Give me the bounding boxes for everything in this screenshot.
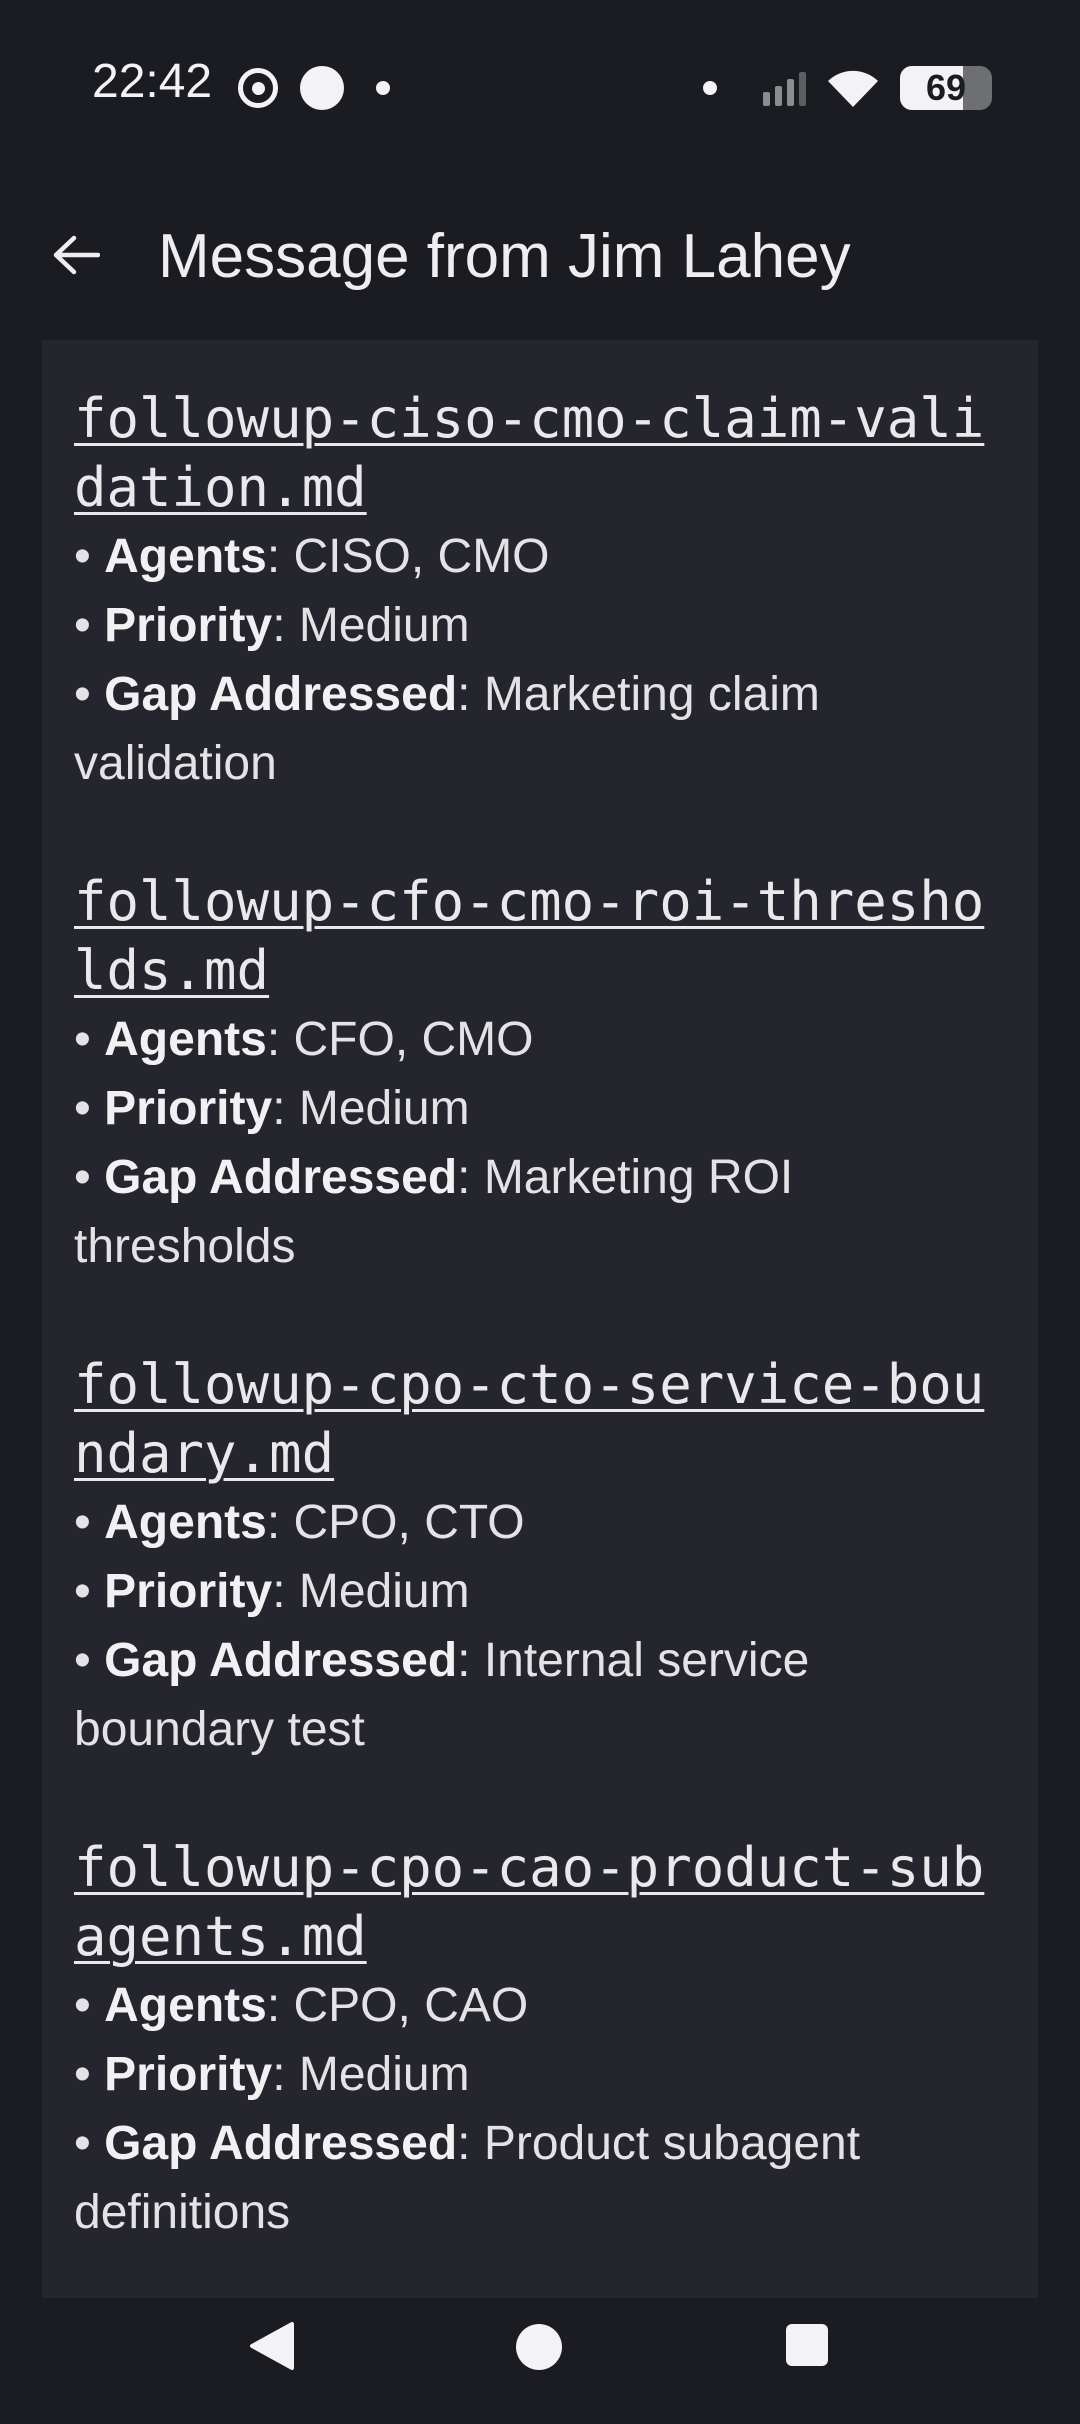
priority-line-label: Priority xyxy=(104,599,273,652)
nav-back-button[interactable] xyxy=(246,2320,298,2372)
file-link[interactable]: followup-cpo-cao-product-subagents.md xyxy=(74,1833,1014,1971)
bullet: • xyxy=(74,2117,105,2170)
arrow-left-icon xyxy=(53,235,100,275)
notification-dot-icon xyxy=(703,81,717,95)
agents-line-label: Agents xyxy=(104,1979,267,2032)
signal-app-icon xyxy=(238,68,278,108)
priority-line: • Priority: Medium xyxy=(74,1074,1014,1143)
agents-line-value: : CPO, CTO xyxy=(266,1496,525,1549)
priority-line-value: : Medium xyxy=(272,1565,470,1618)
priority-line-label: Priority xyxy=(104,2048,273,2101)
bullet: • xyxy=(74,1013,105,1066)
gap-addressed-line: • Gap Addressed: Marketing ROI threshold… xyxy=(74,1143,1014,1281)
page-title: Message from Jim Lahey xyxy=(158,222,851,291)
file-entry: followup-cfo-cmo-roi-thresholds.md • Agen… xyxy=(74,867,1014,1281)
agents-line-value: : CFO, CMO xyxy=(266,1013,534,1066)
bullet: • xyxy=(74,1151,105,1204)
agents-line: • Agents: CISO, CMO xyxy=(74,522,1014,591)
agents-line-label: Agents xyxy=(104,1496,267,1549)
battery-icon: 69 xyxy=(900,66,992,110)
file-link[interactable]: followup-cfo-cmo-roi-thresholds.md xyxy=(74,867,1014,1005)
small-dot-icon xyxy=(376,81,390,95)
priority-line: • Priority: Medium xyxy=(74,2040,1014,2109)
status-right-icons: 69 xyxy=(703,60,992,116)
priority-line-label: Priority xyxy=(104,1565,273,1618)
bullet: • xyxy=(74,1082,105,1135)
agents-line-label: Agents xyxy=(104,1013,267,1066)
bullet: • xyxy=(74,668,105,721)
priority-line-label: Priority xyxy=(104,1082,273,1135)
file-entry: followup-cpo-cao-product-subagents.md • A… xyxy=(74,1833,1014,2247)
app-bar: Message from Jim Lahey xyxy=(0,175,1080,340)
bullet: • xyxy=(74,599,105,652)
bullet: • xyxy=(74,1979,105,2032)
gap-addressed-line-label: Gap Addressed xyxy=(104,1151,458,1204)
nav-back-icon xyxy=(250,2322,294,2370)
priority-line-value: : Medium xyxy=(272,2048,470,2101)
bullet: • xyxy=(74,530,105,583)
priority-line-value: : Medium xyxy=(272,599,470,652)
back-button[interactable] xyxy=(36,215,116,295)
agents-line: • Agents: CPO, CTO xyxy=(74,1488,1014,1557)
priority-line: • Priority: Medium xyxy=(74,1557,1014,1626)
bullet: • xyxy=(74,1634,105,1687)
gap-addressed-line: • Gap Addressed: Marketing claim validat… xyxy=(74,660,1014,798)
gap-addressed-line: • Gap Addressed: Product subagent defini… xyxy=(74,2109,1014,2247)
white-dot-icon xyxy=(300,66,344,110)
agents-line-value: : CPO, CAO xyxy=(266,1979,529,2032)
status-left-icons xyxy=(238,62,390,114)
file-link[interactable]: followup-ciso-cmo-claim-validation.md xyxy=(74,384,1014,522)
agents-line: • Agents: CFO, CMO xyxy=(74,1005,1014,1074)
bullet: • xyxy=(74,1565,105,1618)
nav-home-button[interactable] xyxy=(516,2324,562,2370)
file-entry: followup-ciso-cmo-claim-validation.md • A… xyxy=(74,384,1014,798)
message-body: followup-ciso-cmo-claim-validation.md • A… xyxy=(74,384,1014,2316)
gap-addressed-line: • Gap Addressed: Internal service bounda… xyxy=(74,1626,1014,1764)
gap-addressed-line-label: Gap Addressed xyxy=(104,668,458,721)
bullet: • xyxy=(74,1496,105,1549)
agents-line-label: Agents xyxy=(104,530,267,583)
agents-line-value: : CISO, CMO xyxy=(266,530,550,583)
bullet: • xyxy=(74,2048,105,2101)
cell-signal-icon xyxy=(763,70,806,106)
file-entry: followup-cpo-cto-service-boundary.md • Ag… xyxy=(74,1350,1014,1764)
status-bar: 22:42 69 xyxy=(0,0,1080,175)
file-link[interactable]: followup-cpo-cto-service-boundary.md xyxy=(74,1350,1014,1488)
message-card[interactable]: followup-ciso-cmo-claim-validation.md • A… xyxy=(42,340,1038,2298)
gap-addressed-line-label: Gap Addressed xyxy=(104,2117,458,2170)
gap-addressed-line-label: Gap Addressed xyxy=(104,1634,458,1687)
priority-line-value: : Medium xyxy=(272,1082,470,1135)
nav-bar xyxy=(0,2298,1080,2424)
status-time: 22:42 xyxy=(92,55,213,108)
priority-line: • Priority: Medium xyxy=(74,591,1014,660)
battery-level: 69 xyxy=(925,67,967,108)
agents-line: • Agents: CPO, CAO xyxy=(74,1971,1014,2040)
wifi-icon xyxy=(826,67,880,109)
nav-recents-button[interactable] xyxy=(786,2324,828,2366)
